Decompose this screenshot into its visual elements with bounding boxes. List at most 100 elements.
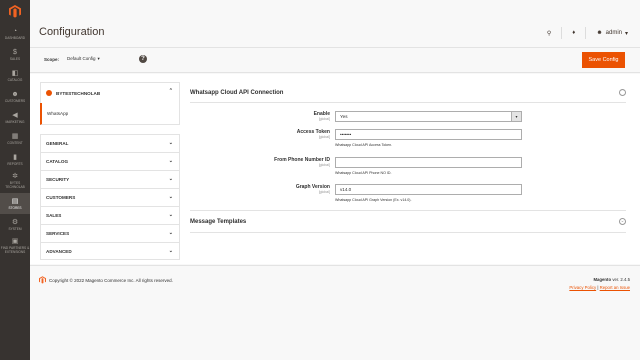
search-icon[interactable]: ⚲ — [547, 30, 551, 37]
nav-item-reports[interactable]: ▮ Reports — [0, 149, 30, 170]
tab-group-label: CUSTOMERS — [46, 195, 76, 200]
chevron-down-icon: ▾ — [624, 30, 628, 37]
section-divider — [190, 232, 626, 233]
footer-version: Magento ver. 2.4.5 — [593, 277, 630, 282]
version-number: ver. 2.4.5 — [612, 277, 630, 282]
tab-group-catalog[interactable]: CATALOG ⌄ — [40, 152, 180, 170]
chevron-down-icon: ⌄ — [168, 230, 173, 236]
user-icon: ☻ — [596, 30, 603, 36]
help-icon[interactable]: ? — [139, 55, 147, 63]
footer-divider — [30, 265, 640, 266]
access-token-input[interactable]: ••••••• — [335, 129, 522, 140]
nav-item-label: Bytes Technolab — [5, 180, 25, 189]
nav-item-sales[interactable]: $ Sales — [0, 44, 30, 65]
tab-item-label: WhatsApp — [47, 111, 69, 116]
privacy-policy-link[interactable]: Privacy Policy — [569, 285, 596, 290]
nav-item-content[interactable]: ▦ Content — [0, 128, 30, 149]
tab-group-advanced[interactable]: ADVANCED ⌄ — [40, 242, 180, 260]
tab-group-label: SALES — [46, 213, 62, 218]
tab-group-label: SERVICES — [46, 231, 70, 236]
dollar-icon: $ — [13, 48, 17, 56]
tab-item-whatsapp[interactable]: WhatsApp — [40, 103, 180, 125]
megaphone-icon: ◀ — [12, 111, 18, 119]
nav-item-marketing[interactable]: ◀ Marketing — [0, 107, 30, 128]
nav-item-dashboard[interactable]: ◔ Dashboard — [0, 23, 30, 44]
magento-logo-icon — [9, 4, 21, 18]
save-config-button[interactable]: Save Config — [582, 52, 625, 68]
scope-switcher[interactable]: Default Config ▾ — [67, 56, 100, 62]
chart-icon: ▮ — [13, 153, 17, 161]
tab-group-sales[interactable]: SALES ⌄ — [40, 206, 180, 224]
graph-version-input[interactable]: v14.0 — [335, 184, 522, 195]
chevron-down-icon: ⌄ — [168, 248, 173, 254]
section-divider — [190, 210, 626, 211]
copyright-text: Copyright © 2022 Magento Commerce Inc. A… — [49, 277, 173, 283]
report-issue-link[interactable]: Report an Issue — [600, 285, 630, 290]
footer-link-separator: | — [597, 285, 599, 290]
magento-logo-icon — [39, 276, 46, 284]
nav-item-system[interactable]: ⚙ System — [0, 214, 30, 235]
tab-group-security[interactable]: SECURITY ⌄ — [40, 170, 180, 188]
field-value: ••••••• — [340, 132, 352, 137]
header-divider — [561, 27, 563, 39]
nav-item-label: Marketing — [5, 119, 25, 124]
admin-sidebar: ◔ Dashboard $ Sales ◧ Catalog ☻ Customers ◀ Marke… — [0, 0, 30, 360]
graph-version-label: Graph Version [global] — [220, 184, 330, 194]
graph-version-note: Whatsapp Cloud API Graph Version (Ex. v1… — [335, 198, 412, 202]
chevron-down-icon: ⌄ — [168, 176, 173, 182]
chevron-down-icon: ⌄ — [168, 140, 173, 146]
nav-item-label: Stores — [8, 205, 22, 210]
people-icon: ☻ — [11, 90, 19, 98]
chevron-up-icon: ⌃ — [168, 88, 173, 94]
nav-item-label: Content — [7, 140, 23, 145]
tab-group-customers[interactable]: CUSTOMERS ⌄ — [40, 188, 180, 206]
vendor-logo-icon — [46, 90, 52, 96]
tab-group-label: GENERAL — [46, 141, 69, 146]
section-divider — [190, 102, 626, 103]
header-actions: ⚲ ♦ ☻ admin ▾ — [547, 27, 628, 39]
admin-user-menu[interactable]: ☻ admin ▾ — [596, 30, 628, 37]
access-token-label: Access Token [global] — [220, 129, 330, 139]
enable-select[interactable]: Yes ▾ — [335, 111, 522, 122]
nav-item-label: Reports — [7, 161, 23, 166]
version-label: Magento — [593, 277, 612, 282]
stores-icon: ▤ — [11, 197, 19, 205]
tab-group-general[interactable]: GENERAL ⌄ — [40, 134, 180, 152]
nav-item-catalog[interactable]: ◧ Catalog — [0, 65, 30, 86]
collapse-icon[interactable]: ⌃ — [619, 89, 626, 96]
nav-item-partners[interactable]: ▣ Find Partners & Extensions — [0, 235, 30, 256]
footer-links: Privacy Policy | Report an Issue — [569, 285, 630, 290]
config-tabs: BYTESTECHNOLAB ⌃ WhatsApp GENERAL ⌄ CATALO… — [40, 82, 180, 260]
tab-group-label: ADVANCED — [46, 248, 72, 254]
field-scope: [global] — [318, 135, 330, 139]
phone-number-id-note: Whatsapp Cloud API Phone NO ID. — [335, 171, 392, 175]
tab-group-bytestechnolab[interactable]: BYTESTECHNOLAB ⌃ — [40, 82, 180, 103]
nav-item-label: Dashboard — [4, 35, 26, 40]
dashboard-icon: ◔ — [12, 27, 18, 35]
nav-item-customers[interactable]: ☻ Customers — [0, 86, 30, 107]
magento-logo[interactable] — [0, 0, 30, 22]
tab-group-label: BYTESTECHNOLAB — [56, 90, 101, 96]
chevron-down-icon: ▾ — [97, 56, 100, 61]
field-scope: [global] — [318, 117, 330, 121]
field-value: v14.0 — [340, 187, 352, 192]
nav-item-stores[interactable]: ▤ Stores — [0, 193, 30, 214]
box-icon: ◧ — [11, 69, 19, 77]
tab-group-services[interactable]: SERVICES ⌄ — [40, 224, 180, 242]
phone-number-id-input[interactable] — [335, 157, 522, 168]
nav-item-bytes-technolab[interactable]: ✲ Bytes Technolab — [0, 170, 30, 191]
scope-bar: Scope: Default Config ▾ ? — [30, 47, 640, 73]
content-icon: ▦ — [11, 132, 19, 140]
header-divider — [585, 27, 587, 39]
section-title[interactable]: Whatsapp Cloud API Connection — [190, 90, 283, 96]
tab-group-label: CATALOG — [46, 159, 69, 164]
chevron-down-icon: ⌄ — [168, 212, 173, 218]
nav-item-label: Find Partners & Extensions — [0, 245, 30, 254]
expand-icon[interactable]: ⌄ — [619, 218, 626, 225]
notifications-bell-icon[interactable]: ♦ — [572, 30, 575, 36]
footer-copyright: Copyright © 2022 Magento Commerce Inc. A… — [39, 276, 173, 284]
field-scope: [global] — [318, 190, 330, 194]
message-templates-title[interactable]: Message Templates — [190, 219, 246, 225]
field-value: Yes — [340, 114, 348, 119]
page-title: Configuration — [39, 26, 105, 38]
